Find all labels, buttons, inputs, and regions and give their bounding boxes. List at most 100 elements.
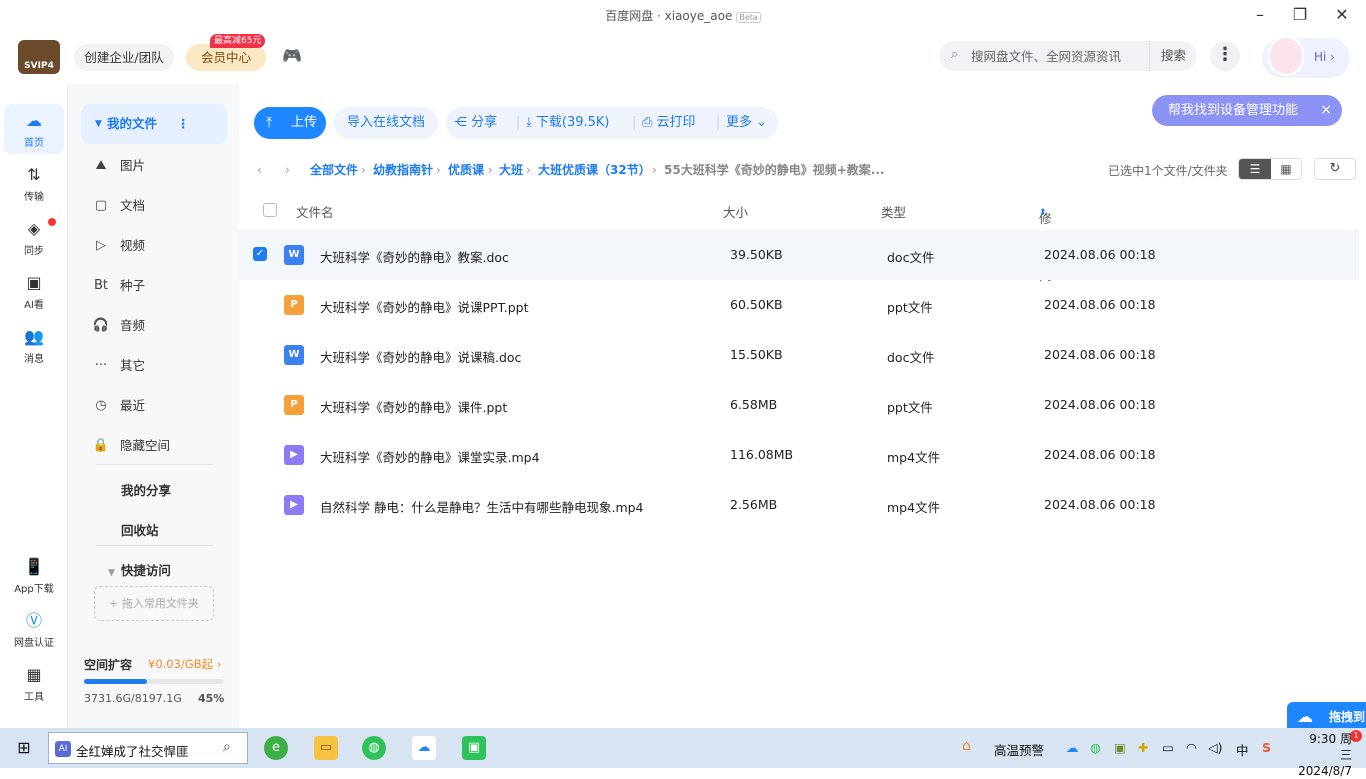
chevron-down-icon: ⌄ — [756, 115, 768, 130]
sidebar-item-recent[interactable]: ◷ 最近 — [95, 396, 145, 416]
storage-percent-text: 45% — [198, 692, 225, 705]
rail-item-sync[interactable]: ◈ 同步 — [4, 212, 64, 262]
download-button[interactable]: ⤓ 下载(39.5K) — [526, 107, 610, 139]
breadcrumb-item[interactable]: 优质课 — [448, 160, 484, 180]
share-button[interactable]: ⋲ 分享 — [454, 107, 497, 139]
file-name[interactable]: 大班科学《奇妙的静电》教案.doc — [320, 247, 509, 266]
system-clock[interactable]: 9:30 周三 2024/8/7 — [1298, 731, 1352, 779]
table-row[interactable]: ✓ W 大班科学《奇妙的静电》教案.doc 39.50KB doc文件 2024.08.0… — [239, 230, 1359, 280]
rail-item-tools[interactable]: ▦ 工具 — [4, 658, 64, 708]
nvidia-tray-icon[interactable]: ▣ — [1114, 740, 1126, 755]
table-row[interactable]: P 大班科学《奇妙的静电》课件.ppt 6.58MB ppt文件 2024.08.06 … — [239, 380, 1359, 430]
restore-button[interactable]: ❐ — [1290, 6, 1310, 24]
search-button[interactable]: 搜索 — [1149, 41, 1197, 71]
sidebar-item-my-share[interactable]: 我的分享 — [121, 480, 171, 499]
refresh-icon[interactable]: ↻ — [1314, 158, 1356, 180]
list-view-icon[interactable]: ☰ — [1239, 159, 1271, 179]
avatar[interactable] — [1268, 36, 1304, 76]
table-row[interactable]: W 大班科学《奇妙的静电》说课稿.doc 15.50KB doc文件 2024.08.0… — [239, 330, 1359, 380]
wechat-tray-icon[interactable]: ◍ — [1090, 740, 1101, 755]
more-menu-icon[interactable]: ⋮ — [1210, 41, 1240, 71]
printer-icon: ⎙ — [642, 115, 653, 130]
table-row[interactable]: ▶ 自然科学 静电：什么是静电？生活中有哪些静电现象.mp4 2.56MB mp4文件… — [239, 480, 1359, 530]
browser-icon[interactable]: e — [264, 736, 288, 760]
sidebar-item-documents[interactable]: ▢ 文档 — [95, 196, 145, 216]
forward-arrow-icon[interactable]: › — [285, 160, 290, 180]
user-profile[interactable]: Hi › — [1262, 36, 1350, 78]
search-input[interactable] — [971, 47, 1141, 65]
assistant-hint-banner[interactable]: 帮我找到设备管理功能 × — [1152, 95, 1342, 126]
rail-item-verify[interactable]: Ⓥ 网盘认证 — [4, 604, 64, 654]
upload-button[interactable]: ⤒ 上传 — [254, 107, 326, 139]
sidebar-item-videos[interactable]: ▷ 视频 — [96, 236, 145, 256]
sidebar-item-audio[interactable]: 🎧 音频 — [93, 316, 145, 336]
sidebar-item-hidden-space[interactable]: 🔒 隐藏空间 — [93, 436, 170, 456]
svip-logo[interactable]: SVIP4 — [18, 40, 60, 74]
vip-center-button[interactable]: 会员中心 — [186, 44, 266, 71]
sidebar-item-my-files[interactable]: ▼ 我的文件 ⋮ — [81, 104, 227, 144]
input-method-indicator[interactable]: 中 — [1236, 740, 1249, 759]
breadcrumb-item[interactable]: 大班 — [499, 160, 523, 180]
game-icon[interactable]: 🎮 — [282, 46, 304, 66]
audio-icon: 🎧 — [92, 318, 110, 333]
column-header-name[interactable]: 文件名 — [296, 202, 334, 221]
more-icon[interactable]: ⋮ — [177, 104, 190, 144]
plus-tray-icon[interactable]: ✚ — [1138, 740, 1148, 755]
back-arrow-icon[interactable]: ‹ — [257, 160, 262, 180]
rail-item-ai[interactable]: ▣ AI看 — [4, 266, 64, 316]
battery-icon[interactable]: ▭ — [1162, 740, 1174, 755]
sidebar-item-torrents[interactable]: Bt 种子 — [94, 276, 145, 296]
create-enterprise-button[interactable]: 创建企业/团队 — [74, 44, 174, 71]
divider — [96, 464, 214, 465]
sidebar-item-images[interactable]: ⛰ 图片 — [96, 156, 145, 176]
notification-badge[interactable]: 1 — [1350, 730, 1362, 742]
breadcrumb-item[interactable]: 大班优质课（32节） — [538, 160, 651, 180]
more-button[interactable]: 更多 ⌄ — [726, 107, 767, 139]
folder-icon[interactable]: ▭ — [314, 736, 338, 760]
column-header-size[interactable]: 大小 — [723, 202, 748, 221]
rail-item-app-download[interactable]: 📱 App下载 — [4, 550, 64, 600]
grid-view-icon[interactable]: ▦ — [1271, 159, 1301, 179]
sidebar-item-recycle-bin[interactable]: 回收站 — [121, 520, 159, 539]
row-checkbox[interactable]: ✓ — [253, 247, 267, 261]
sidebar-item-other[interactable]: ··· 其它 — [95, 356, 145, 376]
file-name[interactable]: 大班科学《奇妙的静电》课件.ppt — [320, 397, 507, 416]
file-name[interactable]: 大班科学《奇妙的静电》课堂实录.mp4 — [320, 447, 540, 466]
minimize-button[interactable]: – — [1250, 6, 1270, 24]
taskbar-search[interactable]: AI 全红婵成了社交悍匪 ⌕ — [48, 732, 248, 764]
file-name[interactable]: 自然科学 静电：什么是静电？生活中有哪些静电现象.mp4 — [320, 497, 644, 516]
baidu-netdisk-taskbar-icon[interactable]: ☁ — [412, 736, 436, 760]
quick-access-drop-zone[interactable]: + 拖入常用文件夹 — [94, 586, 214, 621]
breadcrumb-item[interactable]: 全部文件 — [310, 160, 358, 180]
file-type: mp4文件 — [887, 500, 941, 515]
column-header-type[interactable]: 类型 — [881, 202, 906, 221]
file-name[interactable]: 大班科学《奇妙的静电》说课PPT.ppt — [320, 297, 528, 316]
quick-access-header[interactable]: ▼ 快捷访问 — [108, 560, 171, 579]
weather-warning-icon[interactable]: ⌂ — [962, 738, 971, 754]
rail-item-home[interactable]: ☁ 首页 — [4, 104, 64, 154]
phone-icon: 📱 — [24, 557, 44, 576]
sogou-ime-icon[interactable]: S — [1262, 740, 1271, 755]
file-name[interactable]: 大班科学《奇妙的静电》说课稿.doc — [320, 347, 521, 366]
table-row[interactable]: ▶ 大班科学《奇妙的静电》课堂实录.mp4 116.08MB mp4文件 2024.08… — [239, 430, 1359, 480]
netdisk-tray-icon[interactable]: ☁ — [1066, 740, 1079, 755]
select-all-checkbox[interactable] — [263, 203, 277, 217]
cloud-icon: ☁ — [26, 111, 42, 130]
volume-icon[interactable]: ◁) — [1208, 740, 1223, 755]
wechat-icon[interactable]: ◍ — [362, 736, 386, 760]
sort-icon[interactable]: ⬍ — [1039, 208, 1047, 218]
windows-start-icon[interactable]: ⊞ — [12, 736, 36, 760]
close-window-button[interactable]: ✕ — [1332, 6, 1352, 24]
import-online-doc-button[interactable]: 导入在线文档 — [334, 107, 438, 139]
rail-item-messages[interactable]: 👥 消息 — [4, 320, 64, 370]
ai-icon: AI — [55, 741, 71, 757]
wifi-icon[interactable]: ◠ — [1186, 740, 1197, 755]
weather-warning-text[interactable]: 高温预警 — [994, 740, 1044, 759]
expand-storage-link[interactable]: ¥0.03/GB起 › — [148, 656, 221, 672]
chat-window-icon[interactable]: ▣ — [462, 736, 486, 760]
table-row[interactable]: P 大班科学《奇妙的静电》说课PPT.ppt 60.50KB ppt文件 2024.08… — [239, 280, 1359, 330]
rail-item-transfer[interactable]: ⇅ 传输 — [4, 158, 64, 208]
cloud-print-button[interactable]: ⎙ 云打印 — [642, 107, 696, 139]
breadcrumb-item[interactable]: 幼教指南针 — [373, 160, 433, 180]
close-icon[interactable]: × — [1320, 95, 1332, 126]
